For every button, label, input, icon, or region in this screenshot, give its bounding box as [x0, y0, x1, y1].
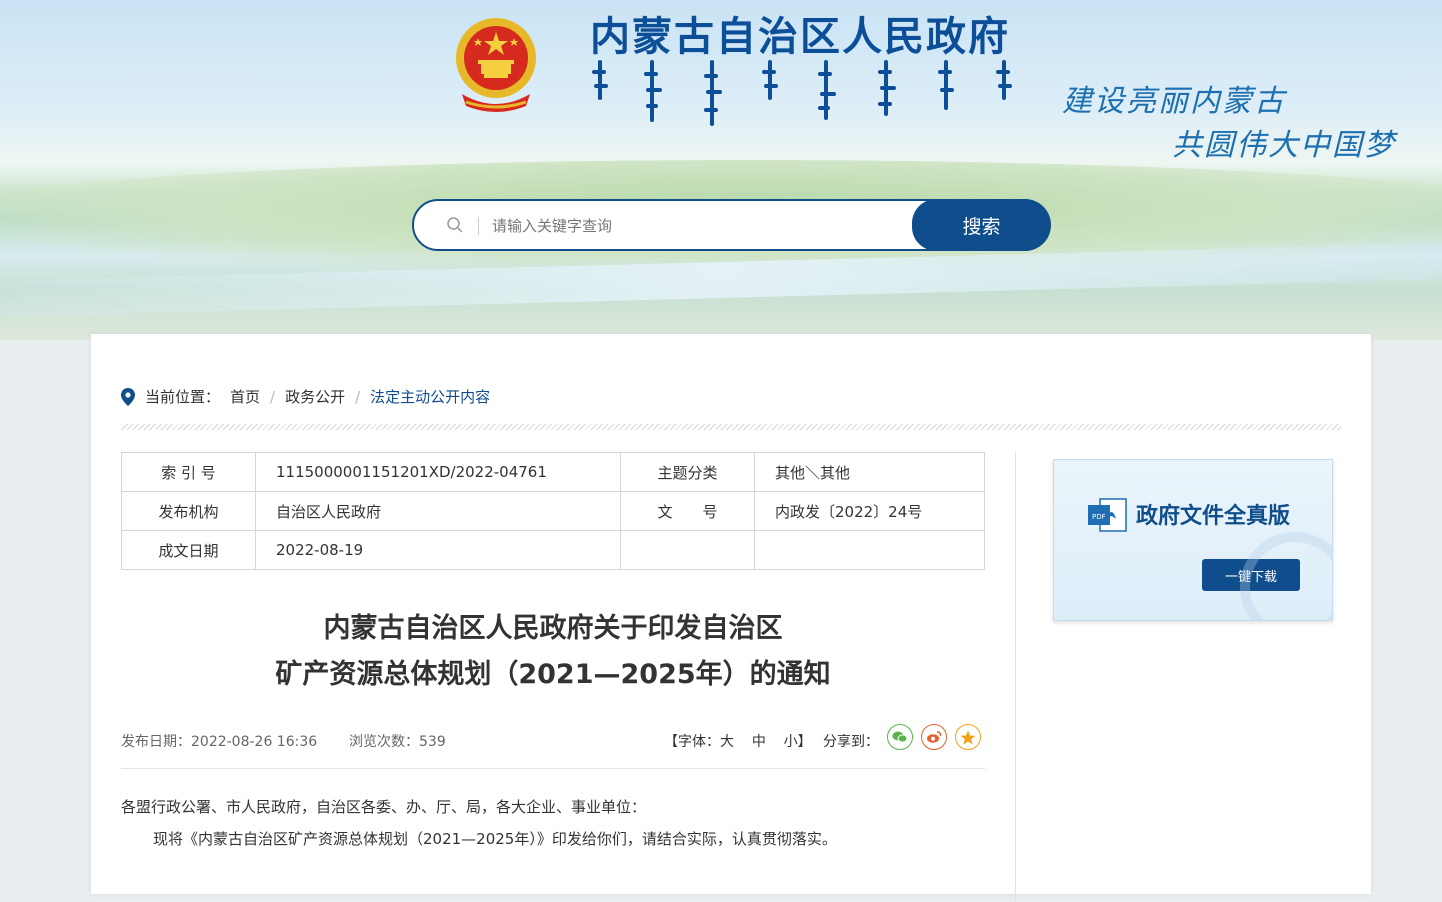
national-emblem-icon — [456, 18, 536, 112]
table-row: 成文日期 2022-08-19 — [121, 530, 985, 570]
article-paragraph-2: 现将《内蒙古自治区矿产资源总体规划（2021—2025年）》印发给你们，请结合实… — [153, 830, 837, 848]
breadcrumb-current[interactable]: 法定主动公开内容 — [370, 386, 490, 407]
decorative-pattern — [1240, 532, 1332, 620]
breadcrumb-gov-affairs[interactable]: 政务公开 — [285, 386, 345, 407]
mongolian-script-title — [592, 60, 1012, 126]
breadcrumb-home[interactable]: 首页 — [230, 386, 260, 407]
meta-label-topic: 主题分类 — [620, 452, 755, 492]
meta-label-written-date: 成文日期 — [121, 530, 256, 570]
article-meta-line: 发布日期：2022-08-26 16:36 浏览次数：539 【字体：大 中 小… — [121, 724, 985, 751]
meta-value-publisher: 自治区人民政府 — [255, 491, 621, 531]
slogan-line1: 建设亮丽内蒙古 — [1062, 84, 1286, 119]
font-medium-button[interactable]: 中 — [752, 734, 766, 750]
breadcrumb-separator: / — [355, 387, 361, 406]
site-title: 内蒙古自治区人民政府 — [590, 14, 1010, 60]
table-row: 索 引 号 1115000001151201XD/2022-04761 主题分类… — [121, 452, 985, 492]
card-title: 政府文件全真版 — [1136, 503, 1291, 529]
font-small-button[interactable]: 小 — [784, 734, 798, 750]
search-button[interactable]: 搜索 — [912, 199, 1051, 251]
article-title-line2: 矿产资源总体规划（2021—2025年）的通知 — [275, 659, 831, 690]
article-paragraph-1: 各盟行政公署、市人民政府，自治区各委、办、厅、局，各大企业、事业单位： — [121, 798, 647, 816]
meta-label-index: 索 引 号 — [121, 452, 256, 492]
article-title: 内蒙古自治区人民政府关于印发自治区 矿产资源总体规划（2021—2025年）的通… — [121, 606, 985, 698]
svg-text:PDF: PDF — [1092, 513, 1106, 521]
breadcrumb: 当前位置： 首页 / 政务公开 / 法定主动公开内容 — [121, 386, 490, 407]
document-meta-table: 索 引 号 1115000001151201XD/2022-04761 主题分类… — [121, 452, 985, 570]
meta-value-topic: 其他＼其他 — [754, 452, 985, 492]
location-pin-icon — [121, 387, 135, 406]
breadcrumb-prefix: 当前位置： — [145, 388, 221, 406]
font-size-switcher: 【字体：大 中 小】 — [664, 731, 812, 751]
share-label: 分享到： — [823, 734, 879, 750]
search-icon — [447, 217, 463, 233]
meta-label-doc-number: 文 号 — [620, 491, 755, 531]
slogan-line2: 共圆伟大中国梦 — [1172, 128, 1396, 163]
content-panel: 当前位置： 首页 / 政务公开 / 法定主动公开内容 索 引 号 1115000… — [91, 334, 1371, 902]
font-size-label: 【字体： — [664, 734, 720, 750]
article-divider — [121, 768, 985, 769]
meta-value-index: 1115000001151201XD/2022-04761 — [255, 452, 621, 492]
search-divider — [478, 217, 479, 235]
favorite-star-icon[interactable] — [955, 724, 981, 750]
breadcrumb-separator: / — [270, 387, 276, 406]
font-size-close: 】 — [797, 734, 812, 750]
meta-empty-cell — [754, 530, 985, 570]
header-banner: 内蒙古自治区人民政府 建设亮丽内蒙古 共圆伟大中国梦 搜索 — [0, 0, 1442, 340]
wechat-share-icon[interactable] — [887, 724, 913, 750]
meta-value-doc-number: 内政发〔2022〕24号 — [754, 491, 985, 531]
full-text-document-card[interactable]: PDF 政府文件全真版 一键下载 — [1053, 459, 1333, 621]
meta-value-written-date: 2022-08-19 — [255, 530, 621, 570]
font-large-button[interactable]: 大 — [720, 734, 734, 750]
pdf-icon: PDF — [1088, 498, 1127, 532]
column-divider — [1015, 452, 1016, 902]
weibo-share-icon[interactable] — [921, 724, 947, 750]
article-title-line1: 内蒙古自治区人民政府关于印发自治区 — [323, 613, 783, 644]
meta-empty-cell — [620, 530, 755, 570]
table-row: 发布机构 自治区人民政府 文 号 内政发〔2022〕24号 — [121, 491, 985, 531]
hatched-divider — [121, 424, 1341, 430]
publish-date: 发布日期：2022-08-26 16:36 — [121, 734, 318, 750]
meta-label-publisher: 发布机构 — [121, 491, 256, 531]
view-count: 浏览次数：539 — [349, 734, 446, 750]
search-input[interactable] — [490, 211, 904, 241]
